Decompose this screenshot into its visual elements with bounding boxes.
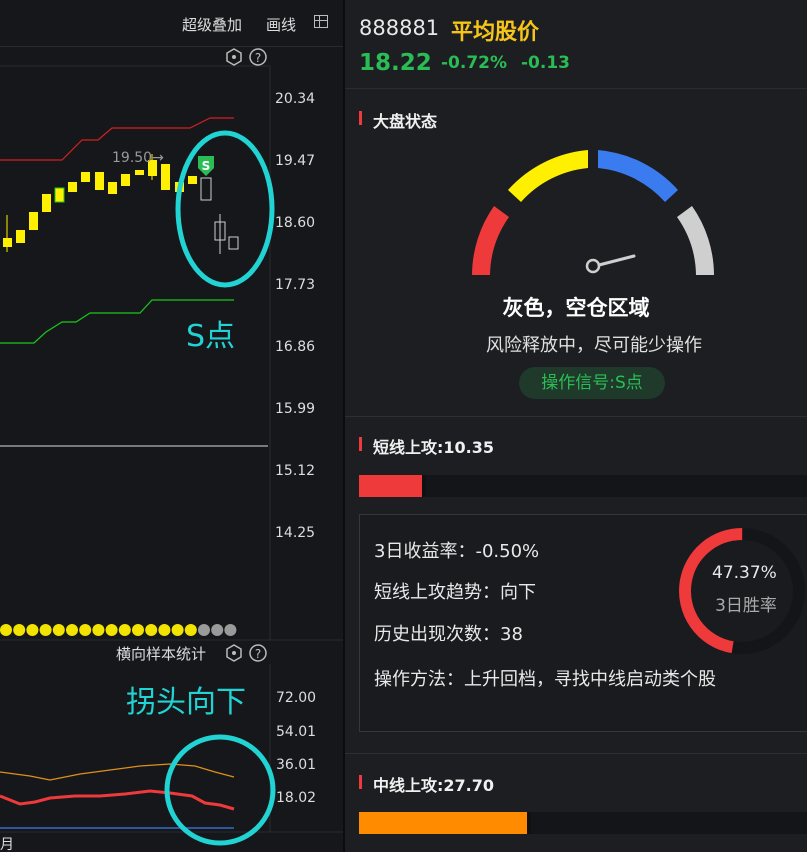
history-occurrences: 历史出现次数：38 — [374, 624, 523, 645]
market-description: 风险释放中，尽可能少操作 — [486, 335, 702, 356]
section-divider — [345, 753, 807, 754]
signal-dots-row — [0, 624, 237, 636]
signal-dot — [132, 624, 144, 636]
price-tick: 18.60 — [275, 215, 315, 231]
signal-dot — [145, 624, 158, 636]
settings-hex-icon[interactable] — [226, 48, 242, 66]
sell-signal-marker[interactable]: S — [198, 156, 214, 176]
value-tick: 36.01 — [276, 757, 316, 773]
sub-help-icon[interactable]: ? — [249, 644, 267, 662]
market-state: 灰色，空仓区域 — [502, 296, 650, 320]
turn-down-annotation: 拐头向下 — [126, 685, 246, 720]
signal-dot — [0, 624, 12, 636]
signal-dot — [171, 624, 184, 636]
signal-dot — [224, 624, 237, 636]
price-tick: 19.47 — [275, 153, 315, 169]
mid-term-bar-marker — [527, 812, 531, 834]
price-axis: 20.34 19.47 18.60 17.73 16.86 15.99 15.1… — [275, 91, 315, 541]
return-3d: 3日收益率：-0.50% — [374, 541, 540, 562]
svg-text:?: ? — [255, 647, 261, 661]
mid-term-title: 中线上攻:27.70 — [359, 772, 494, 796]
signal-dot — [118, 624, 131, 636]
sub-value-axis: 72.00 54.01 36.01 18.02 — [276, 690, 316, 806]
short-term-bar-fill — [359, 475, 422, 497]
gauge-blue-segment — [598, 150, 678, 202]
red-line — [0, 789, 235, 811]
mid-term-bar — [359, 812, 807, 834]
price-tick: 16.86 — [275, 339, 315, 355]
value-tick: 18.02 — [276, 790, 316, 806]
signal-dot — [66, 624, 78, 636]
value-tick: 72.00 — [276, 690, 316, 706]
signal-dot — [211, 624, 224, 636]
signal-dot — [79, 624, 92, 636]
win-rate-label: 3日胜率 — [715, 596, 777, 616]
info-panel: 888881 平均股价 18.22 -0.72% -0.13 大盘状态 灰色，空… — [345, 0, 807, 852]
gauge-pivot — [585, 258, 601, 274]
sub-highlight-ellipse — [164, 734, 276, 846]
signal-dot — [39, 624, 52, 636]
s-point-annotation: S点 — [186, 319, 235, 354]
signal-dot — [13, 624, 26, 636]
signal-dot — [158, 624, 171, 636]
value-tick: 54.01 — [276, 724, 316, 740]
stock-name: 平均股价 — [451, 20, 540, 45]
mid-term-bar-fill — [359, 812, 527, 834]
x-axis-label: 月 — [0, 837, 14, 852]
svg-text:?: ? — [255, 51, 261, 65]
operation-signal-badge: 操作信号:S点 — [519, 367, 665, 399]
chart-canvas: ? 20.34 19.47 18.60 17.73 16.86 15.99 15… — [0, 48, 343, 852]
signal-dot — [92, 624, 105, 636]
gauge-red-segment — [472, 206, 509, 275]
short-term-bar — [359, 475, 807, 497]
short-term-title: 短线上攻:10.35 — [359, 434, 494, 458]
svg-text:S: S — [202, 159, 211, 173]
signal-dot — [52, 624, 65, 636]
change-percent: -0.72% — [441, 53, 508, 73]
sub-settings-hex-icon[interactable] — [226, 644, 242, 662]
stock-code: 888881 — [359, 16, 440, 40]
win-rate-value: 47.37% — [712, 563, 777, 583]
stock-header: 888881 平均股价 18.22 -0.72% -0.13 — [345, 0, 807, 89]
signal-dot — [26, 624, 39, 636]
short-term-stats-card: 3日收益率：-0.50% 短线上攻趋势：向下 历史出现次数：38 操作方法：上升… — [359, 514, 807, 732]
high-price-label: 19.50→ — [112, 150, 164, 166]
gauge-gray-segment — [677, 206, 714, 275]
price-tick: 14.25 — [275, 525, 315, 541]
gauge-needle — [597, 254, 636, 267]
price-tick: 20.34 — [275, 91, 315, 107]
highlight-ellipse — [175, 130, 275, 288]
operation-method: 操作方法：上升回档，寻找中线启动类个股 — [374, 669, 716, 690]
price-tick: 15.12 — [275, 463, 315, 479]
short-term-bar-marker — [422, 475, 426, 497]
section-divider — [345, 416, 807, 417]
price-tick: 15.99 — [275, 401, 315, 417]
market-status-title: 大盘状态 — [359, 108, 437, 132]
change-value: -0.13 — [521, 53, 570, 73]
signal-dot — [198, 624, 210, 636]
orange-line — [0, 763, 235, 781]
chart-panel: 超级叠加 画线 ? 20.34 19.47 18.60 17.73 16.86 … — [0, 0, 343, 852]
signal-dot — [184, 624, 197, 636]
short-term-trend: 短线上攻趋势：向下 — [374, 582, 536, 603]
price-tick: 17.73 — [275, 277, 315, 293]
gauge-yellow-segment — [508, 150, 588, 202]
signal-dot — [105, 624, 118, 636]
help-icon[interactable]: ? — [249, 48, 267, 66]
sub-chart-title: 横向样本统计 — [116, 645, 206, 663]
stock-price: 18.22 — [359, 50, 432, 76]
